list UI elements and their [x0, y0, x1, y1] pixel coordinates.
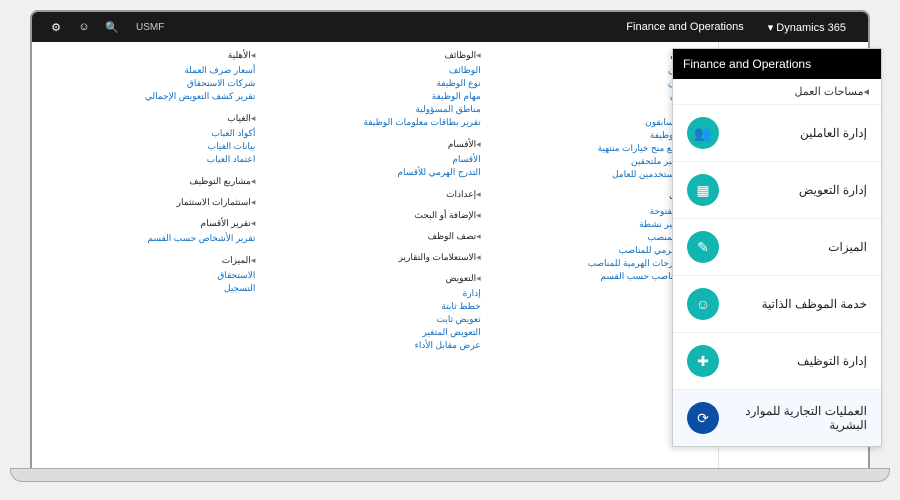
menu-link[interactable]: تعويض ثابت	[269, 313, 480, 326]
pencil-icon: ✎	[687, 231, 719, 263]
group-head[interactable]: استثمارات الاستثمار	[44, 197, 255, 208]
plus-person-icon: ✚	[687, 345, 719, 377]
laptop-base	[10, 468, 890, 482]
grid-icon: ▦	[687, 174, 719, 206]
sidebar-item-workers[interactable]: إدارة العاملين👥	[673, 104, 881, 161]
search-icon[interactable]: 🔍	[98, 13, 126, 41]
sidebar-item-selfservice[interactable]: خدمة الموظف الذاتية☺	[673, 275, 881, 332]
menu-link[interactable]: الاستحقاق	[44, 269, 255, 282]
menu-link[interactable]: التعويض المتغير	[269, 326, 480, 339]
menu-link[interactable]: تقرير كشف التعويض الإجمالي	[44, 90, 255, 103]
menu-link[interactable]: أسعار صرف العملة	[44, 64, 255, 77]
menu-link[interactable]: بيانات الغياب	[44, 140, 255, 153]
top-navbar: Dynamics 365 Finance and Operations USMF…	[32, 12, 868, 42]
process-icon: ⟳	[687, 402, 719, 434]
group-head[interactable]: الميزات	[44, 255, 255, 266]
links-panel: العاملون الموظفون الموظفون المقاولون الع…	[32, 42, 718, 470]
feedback-icon[interactable]: ☺	[70, 13, 98, 41]
group-head[interactable]: التعويض	[269, 273, 480, 284]
sidebar-item-hrprocess[interactable]: العمليات التجارية للموارد البشرية⟳	[673, 389, 881, 446]
menu-link[interactable]: نوع الوظيفة	[269, 77, 480, 90]
brand-finops[interactable]: Finance and Operations	[614, 21, 755, 33]
menu-link[interactable]: التدرج الهرمي للأقسام	[269, 166, 480, 179]
group-head[interactable]: إعدادات	[269, 189, 480, 200]
group-head[interactable]: تقرير الأقسام	[44, 218, 255, 229]
menu-link[interactable]: الأقسام	[269, 153, 480, 166]
menu-link[interactable]: تقرير بطاقات معلومات الوظيفة	[269, 116, 480, 129]
menu-link[interactable]: اعتماد الغياب	[44, 153, 255, 166]
group-head[interactable]: الوظائف	[269, 50, 480, 61]
menu-link[interactable]: مهام الوظيفة	[269, 90, 480, 103]
menu-link[interactable]: أكواد الغياب	[44, 127, 255, 140]
menu-link[interactable]: مناطق المسؤولية	[269, 103, 480, 116]
sidebar-item-recruit[interactable]: إدارة التوظيف✚	[673, 332, 881, 389]
group-head[interactable]: الاستعلامات والتقارير	[269, 252, 480, 263]
group-head[interactable]: مشاريع التوظيف	[44, 176, 255, 187]
people-icon: 👥	[687, 117, 719, 149]
menu-link[interactable]: تقرير الأشخاص حسب القسم	[44, 232, 255, 245]
menu-link[interactable]: الوظائف	[269, 64, 480, 77]
menu-link[interactable]: التسجيل	[44, 282, 255, 295]
company-code[interactable]: USMF	[126, 22, 174, 33]
brand-dynamics[interactable]: Dynamics 365	[756, 21, 858, 34]
sidebar-item-compensation[interactable]: إدارة التعويض▦	[673, 161, 881, 218]
sidebar-item-benefits[interactable]: الميزات✎	[673, 218, 881, 275]
menu-link[interactable]: عرض مقابل الأداء	[269, 339, 480, 352]
group-head[interactable]: الأهلية	[44, 50, 255, 61]
group-head[interactable]: الأقسام	[269, 139, 480, 150]
menu-link[interactable]: إدارة	[269, 287, 480, 300]
menu-link[interactable]: خطط ثابتة	[269, 300, 480, 313]
menu-link[interactable]: شركات الاستحقاق	[44, 77, 255, 90]
group-head[interactable]: الغياب	[44, 113, 255, 124]
sidebar-section-workspaces[interactable]: مساحات العمل	[673, 79, 881, 104]
settings-icon[interactable]: ⚙	[42, 13, 70, 41]
sidebar-title: Finance and Operations	[673, 49, 881, 79]
sidebar-overlay: Finance and Operations مساحات العمل إدار…	[672, 48, 882, 447]
person-icon: ☺	[687, 288, 719, 320]
group-head[interactable]: تصف الوظف	[269, 231, 480, 242]
group-head[interactable]: الإضافة أو البحث	[269, 210, 480, 221]
